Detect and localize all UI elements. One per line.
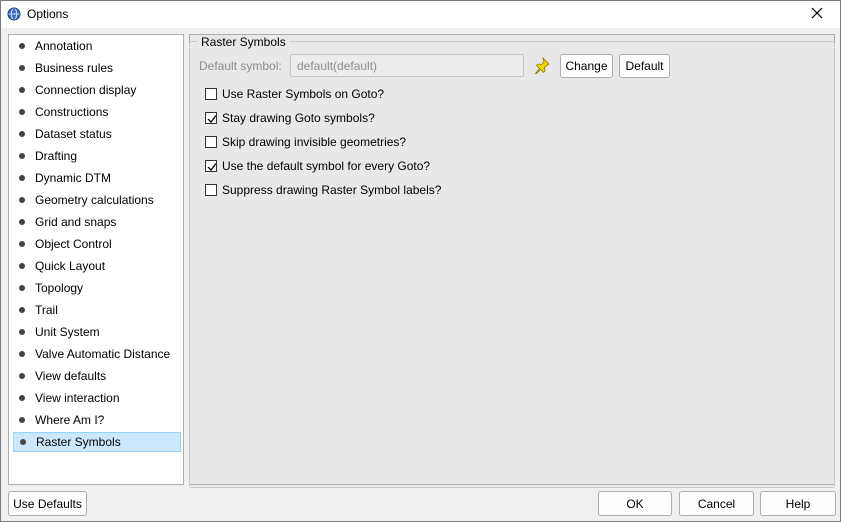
options-category-list: Annotation Business rules Connection dis… bbox=[8, 34, 184, 485]
sidebar-item-view-interaction[interactable]: View interaction bbox=[13, 388, 181, 408]
bullet-icon bbox=[19, 219, 25, 225]
sidebar-item-topology[interactable]: Topology bbox=[13, 278, 181, 298]
sidebar-item-label: Grid and snaps bbox=[35, 215, 117, 229]
sidebar-item-dataset-status[interactable]: Dataset status bbox=[13, 124, 181, 144]
help-button[interactable]: Help bbox=[760, 491, 836, 516]
sidebar-item-label: Unit System bbox=[35, 325, 100, 339]
sidebar-item-label: View defaults bbox=[35, 369, 107, 383]
sidebar-item-label: Trail bbox=[35, 303, 58, 317]
option-stay-drawing-goto-symbols[interactable]: Stay drawing Goto symbols? bbox=[205, 110, 375, 126]
bullet-icon bbox=[19, 175, 25, 181]
checkbox-checked[interactable] bbox=[205, 112, 217, 124]
sidebar-item-label: Dynamic DTM bbox=[35, 171, 112, 185]
checkbox-checked[interactable] bbox=[205, 160, 217, 172]
checkbox-label: Use the default symbol for every Goto? bbox=[222, 159, 431, 173]
checkbox-label: Use Raster Symbols on Goto? bbox=[222, 87, 385, 101]
bullet-icon bbox=[19, 65, 25, 71]
sidebar-item-label: Raster Symbols bbox=[36, 435, 121, 449]
bullet-icon bbox=[19, 395, 25, 401]
checkbox-label: Suppress drawing Raster Symbol labels? bbox=[222, 183, 442, 197]
bullet-icon bbox=[19, 263, 25, 269]
bullet-icon bbox=[20, 439, 26, 445]
group-title: Raster Symbols bbox=[197, 35, 290, 49]
bullet-icon bbox=[19, 307, 25, 313]
sidebar-item-label: Geometry calculations bbox=[35, 193, 154, 207]
sidebar-item-trail[interactable]: Trail bbox=[13, 300, 181, 320]
sidebar-item-label: Business rules bbox=[35, 61, 114, 75]
change-button[interactable]: Change bbox=[560, 54, 613, 78]
sidebar-item-dynamic-dtm[interactable]: Dynamic DTM bbox=[13, 168, 181, 188]
sidebar-item-unit-system[interactable]: Unit System bbox=[13, 322, 181, 342]
close-button[interactable] bbox=[794, 1, 840, 28]
sidebar-item-business-rules[interactable]: Business rules bbox=[13, 58, 181, 78]
checkmark-icon bbox=[207, 163, 217, 171]
checkbox-unchecked[interactable] bbox=[205, 88, 217, 100]
bullet-icon bbox=[19, 131, 25, 137]
option-use-default-symbol-every-goto[interactable]: Use the default symbol for every Goto? bbox=[205, 158, 430, 174]
ok-button[interactable]: OK bbox=[598, 491, 672, 516]
checkbox-unchecked[interactable] bbox=[205, 184, 217, 196]
bullet-icon bbox=[19, 109, 25, 115]
sidebar-item-geometry-calculations[interactable]: Geometry calculations bbox=[13, 190, 181, 210]
default-button[interactable]: Default bbox=[619, 54, 670, 78]
checkbox-label: Stay drawing Goto symbols? bbox=[222, 111, 375, 125]
sidebar-item-label: Drafting bbox=[35, 149, 78, 163]
close-icon bbox=[811, 7, 823, 22]
bullet-icon bbox=[19, 241, 25, 247]
sidebar-item-drafting[interactable]: Drafting bbox=[13, 146, 181, 166]
bullet-icon bbox=[19, 153, 25, 159]
default-symbol-label: Default symbol: bbox=[199, 59, 282, 73]
sidebar-item-label: Valve Automatic Distance bbox=[35, 347, 171, 361]
sidebar-item-label: Object Control bbox=[35, 237, 112, 251]
sidebar-item-label: Where Am I? bbox=[35, 413, 105, 427]
sidebar-item-quick-layout[interactable]: Quick Layout bbox=[13, 256, 181, 276]
pushpin-icon[interactable] bbox=[534, 56, 550, 75]
window-title: Options bbox=[27, 7, 69, 21]
bullet-icon bbox=[19, 285, 25, 291]
option-skip-drawing-invisible-geometries[interactable]: Skip drawing invisible geometries? bbox=[205, 134, 406, 150]
bullet-icon bbox=[19, 197, 25, 203]
sidebar-item-label: Connection display bbox=[35, 83, 137, 97]
sidebar-item-label: Annotation bbox=[35, 39, 93, 53]
sidebar-item-valve-automatic-distance[interactable]: Valve Automatic Distance bbox=[13, 344, 181, 364]
bullet-icon bbox=[19, 43, 25, 49]
sidebar-item-label: Dataset status bbox=[35, 127, 112, 141]
sidebar-item-label: View interaction bbox=[35, 391, 120, 405]
options-dialog: Options Annotation Business rules Connec… bbox=[0, 0, 841, 522]
option-suppress-raster-symbol-labels[interactable]: Suppress drawing Raster Symbol labels? bbox=[205, 182, 441, 198]
sidebar-item-label: Quick Layout bbox=[35, 259, 106, 273]
option-use-raster-symbols-on-goto[interactable]: Use Raster Symbols on Goto? bbox=[205, 86, 384, 102]
checkbox-label: Skip drawing invisible geometries? bbox=[222, 135, 407, 149]
cancel-button[interactable]: Cancel bbox=[679, 491, 754, 516]
bullet-icon bbox=[19, 373, 25, 379]
sidebar-item-constructions[interactable]: Constructions bbox=[13, 102, 181, 122]
sidebar-item-grid-and-snaps[interactable]: Grid and snaps bbox=[13, 212, 181, 232]
default-symbol-field: default(default) bbox=[290, 54, 524, 77]
bullet-icon bbox=[19, 329, 25, 335]
bullet-icon bbox=[19, 417, 25, 423]
title-bar: Options bbox=[1, 1, 840, 28]
checkbox-unchecked[interactable] bbox=[205, 136, 217, 148]
sidebar-item-raster-symbols[interactable]: Raster Symbols bbox=[13, 432, 181, 452]
bullet-icon bbox=[19, 87, 25, 93]
sidebar-item-label: Topology bbox=[35, 281, 84, 295]
checkmark-icon bbox=[207, 115, 217, 123]
sidebar-item-connection-display[interactable]: Connection display bbox=[13, 80, 181, 100]
sidebar-item-label: Constructions bbox=[35, 105, 109, 119]
raster-symbols-group bbox=[189, 41, 835, 488]
globe-icon bbox=[7, 7, 21, 21]
sidebar-item-object-control[interactable]: Object Control bbox=[13, 234, 181, 254]
bullet-icon bbox=[19, 351, 25, 357]
use-defaults-button[interactable]: Use Defaults bbox=[8, 491, 87, 516]
sidebar-item-view-defaults[interactable]: View defaults bbox=[13, 366, 181, 386]
sidebar-item-where-am-i[interactable]: Where Am I? bbox=[13, 410, 181, 430]
sidebar-item-annotation[interactable]: Annotation bbox=[13, 36, 181, 56]
